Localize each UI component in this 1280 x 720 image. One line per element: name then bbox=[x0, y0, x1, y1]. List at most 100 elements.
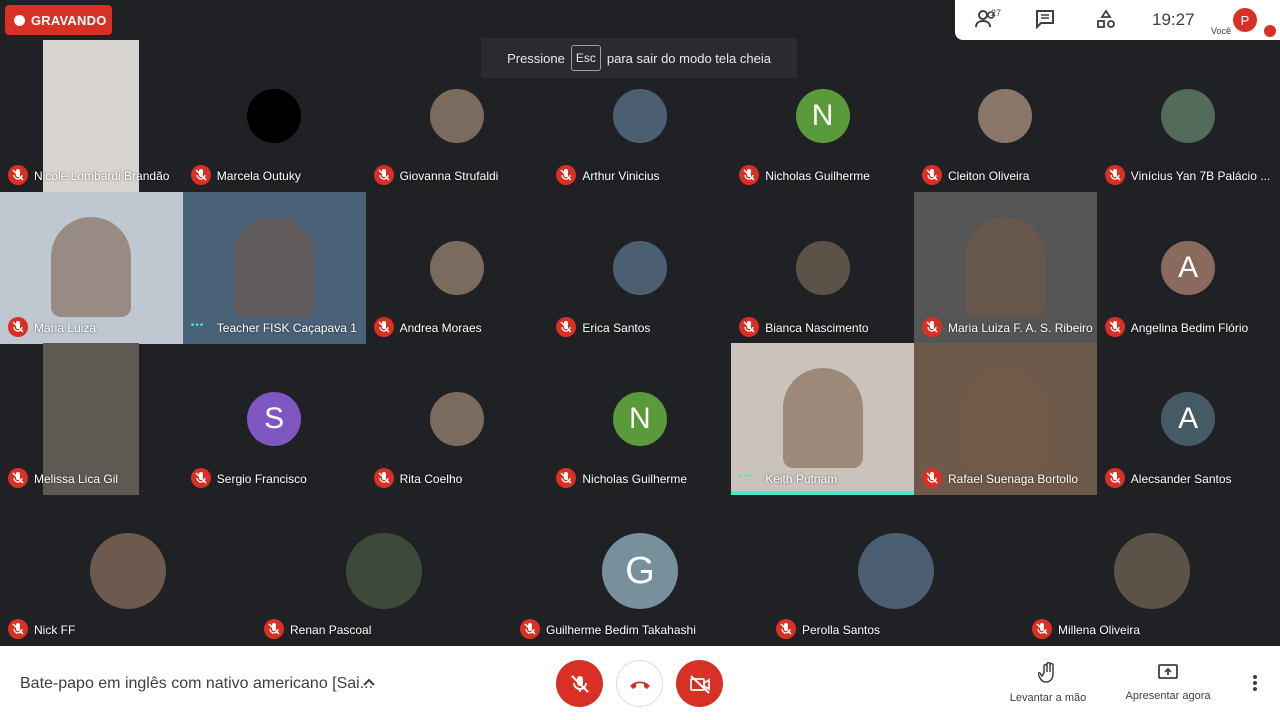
more-options-icon[interactable] bbox=[1248, 672, 1262, 699]
participant-name: Rafael Suenaga Bortollo bbox=[948, 472, 1079, 486]
participant-tile[interactable]: Cleiton Oliveira bbox=[914, 40, 1097, 192]
mic-off-icon bbox=[8, 317, 28, 337]
participant-name: Guilherme Bedim Takahashi bbox=[546, 623, 696, 637]
meeting-title[interactable]: Bate-papo em inglês com nativo americano… bbox=[20, 675, 373, 693]
video-feed bbox=[234, 217, 315, 317]
bottom-bar: Bate-papo em inglês com nativo americano… bbox=[0, 646, 1280, 720]
participant-tile[interactable]: Maria Luiza F. A. S. Ribeiro bbox=[914, 192, 1097, 344]
mic-off-icon bbox=[922, 317, 942, 337]
activities-icon[interactable] bbox=[1096, 9, 1116, 34]
participant-tile[interactable]: Melissa Lica Gil bbox=[0, 343, 183, 495]
participant-tile[interactable]: ••• Keith Putnam bbox=[731, 343, 914, 495]
participant-tile[interactable]: Bianca Nascimento bbox=[731, 192, 914, 344]
mic-off-icon bbox=[190, 468, 211, 488]
photo-avatar bbox=[429, 89, 484, 143]
photo-avatar bbox=[612, 241, 667, 295]
initial-avatar: A bbox=[1161, 392, 1216, 446]
participant-tile[interactable]: S Sergio Francisco bbox=[183, 343, 366, 495]
participant-tile[interactable]: Erica Santos bbox=[548, 192, 731, 344]
participant-name: Andrea Moraes bbox=[399, 321, 482, 335]
participant-name: Maria Luiza F. A. S. Ribeiro bbox=[948, 321, 1093, 335]
participant-tile[interactable]: Maria Luiza bbox=[0, 192, 183, 344]
mic-off-icon bbox=[8, 468, 28, 488]
participant-name: Cleiton Oliveira bbox=[948, 169, 1030, 183]
participant-tile[interactable]: A Alecsander Santos bbox=[1097, 343, 1280, 495]
participant-tile[interactable]: N Nicholas Guilherme bbox=[731, 40, 914, 192]
photo-avatar bbox=[346, 533, 422, 609]
chat-icon[interactable] bbox=[1035, 9, 1055, 34]
mic-off-icon bbox=[520, 619, 540, 639]
participant-name: Angelina Bedim Flório bbox=[1130, 321, 1249, 335]
participant-tile[interactable]: Andrea Moraes bbox=[366, 192, 549, 344]
video-feed bbox=[965, 368, 1046, 468]
present-icon bbox=[1158, 664, 1178, 679]
video-feed bbox=[782, 368, 863, 468]
participant-tile[interactable]: Nick FF bbox=[0, 495, 256, 646]
camera-toggle-button[interactable] bbox=[676, 660, 723, 707]
mic-off-icon bbox=[739, 165, 760, 185]
camera-off-icon bbox=[689, 674, 710, 694]
hand-icon bbox=[1037, 661, 1054, 683]
recording-dot-icon bbox=[14, 14, 25, 26]
participant-name: Perolla Santos bbox=[802, 623, 881, 637]
chevron-up-icon[interactable] bbox=[362, 675, 376, 694]
raise-hand-button[interactable]: Levantar a mão bbox=[1008, 661, 1088, 704]
initial-avatar: N bbox=[612, 392, 667, 446]
photo-avatar bbox=[858, 533, 934, 609]
recording-badge: GRAVANDO bbox=[5, 5, 112, 35]
participant-tile[interactable]: Nicole Lombardi Brandão bbox=[0, 40, 183, 192]
photo-avatar bbox=[429, 241, 484, 295]
self-mic-muted-icon bbox=[1264, 25, 1276, 37]
photo-avatar bbox=[1161, 89, 1216, 143]
recording-label: GRAVANDO bbox=[31, 12, 107, 28]
mic-off-icon bbox=[373, 165, 394, 185]
participant-tile[interactable]: Renan Pascoal bbox=[256, 495, 512, 646]
participant-name: Keith Putnam bbox=[765, 472, 838, 486]
mic-off-icon bbox=[570, 674, 589, 693]
participant-tile[interactable]: A Angelina Bedim Flório bbox=[1097, 192, 1280, 344]
participant-name: Arthur Vinicius bbox=[582, 169, 660, 183]
self-avatar[interactable]: P bbox=[1233, 8, 1257, 32]
participant-name: Millena Oliveira bbox=[1058, 623, 1141, 637]
participant-name: Renan Pascoal bbox=[290, 623, 372, 637]
mic-off-icon bbox=[8, 165, 28, 185]
self-label: Você bbox=[1211, 26, 1232, 36]
participant-name: Maria Luiza bbox=[34, 321, 97, 335]
mic-off-icon bbox=[8, 619, 28, 639]
participant-tile[interactable]: Millena Oliveira bbox=[1024, 495, 1280, 646]
mic-off-icon bbox=[776, 619, 796, 639]
audio-wave-icon: ••• bbox=[739, 471, 753, 482]
mic-toggle-button[interactable] bbox=[556, 660, 603, 707]
participants-count: 27 bbox=[991, 8, 1002, 18]
participant-name: Nicholas Guilherme bbox=[765, 169, 870, 183]
photo-avatar bbox=[429, 392, 484, 446]
mic-off-icon bbox=[373, 468, 394, 488]
mic-off-icon bbox=[1032, 619, 1052, 639]
participant-tile[interactable]: Rafael Suenaga Bortollo bbox=[914, 343, 1097, 495]
participant-tile[interactable]: ••• Teacher FISK Caçapava 1 bbox=[182, 192, 366, 344]
participant-tile[interactable]: N Nicholas Guilherme bbox=[548, 343, 731, 495]
present-now-label: Apresentar agora bbox=[1125, 690, 1211, 702]
participant-tile[interactable]: Rita Coelho bbox=[366, 343, 549, 495]
clock: 19:27 bbox=[1152, 10, 1195, 29]
mic-off-icon bbox=[1104, 468, 1125, 488]
participant-tile[interactable]: Perolla Santos bbox=[768, 495, 1024, 646]
photo-avatar bbox=[978, 89, 1033, 143]
participant-name: Sergio Francisco bbox=[216, 472, 307, 486]
mic-off-icon bbox=[1104, 165, 1125, 185]
leave-call-button[interactable] bbox=[616, 660, 663, 707]
avatar bbox=[247, 89, 302, 143]
participant-tile[interactable]: Arthur Vinicius bbox=[548, 40, 731, 192]
participant-tile[interactable]: Marcela Outuky bbox=[183, 40, 366, 192]
participant-name: Vinícius Yan 7B Palácio ... bbox=[1130, 169, 1271, 183]
participant-tile[interactable]: Giovanna Strufaldi bbox=[366, 40, 549, 192]
participant-name: Bianca Nascimento bbox=[765, 321, 869, 335]
participant-name: Rita Coelho bbox=[399, 472, 463, 486]
participant-name: Teacher FISK Caçapava 1 bbox=[216, 321, 357, 335]
participant-name: Giovanna Strufaldi bbox=[399, 169, 499, 183]
participant-tile[interactable]: G Guilherme Bedim Takahashi bbox=[512, 495, 768, 646]
raise-hand-label: Levantar a mão bbox=[1009, 692, 1087, 704]
top-right-panel: 27 19:27 P Você bbox=[955, 0, 1280, 40]
participant-tile[interactable]: Vinícius Yan 7B Palácio ... bbox=[1097, 40, 1280, 192]
present-now-button[interactable]: Apresentar agora bbox=[1122, 662, 1214, 702]
